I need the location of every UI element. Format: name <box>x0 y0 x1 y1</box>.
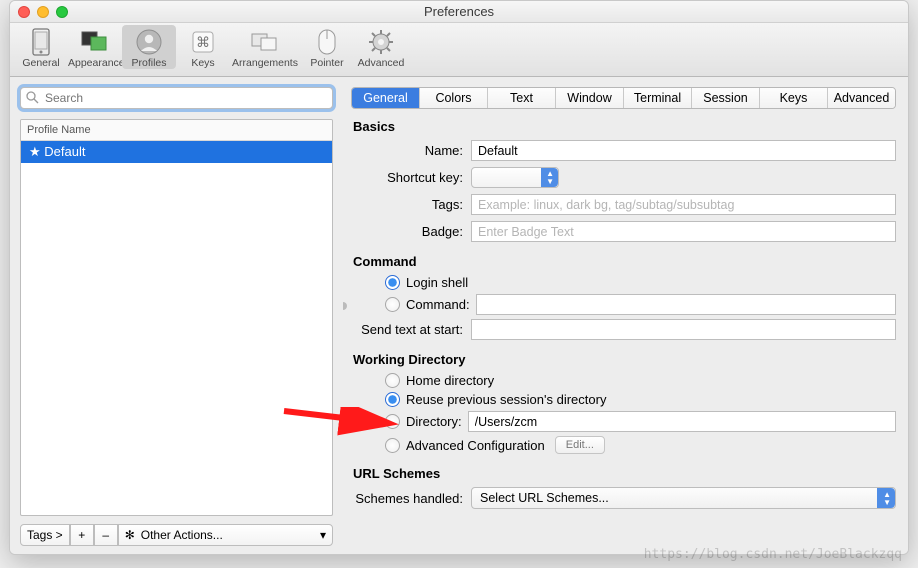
directory-input[interactable] <box>468 411 896 432</box>
toolbar-label: General <box>14 57 68 69</box>
tabbar: General Colors Text Window Terminal Sess… <box>351 87 896 109</box>
toolbar-label: Profiles <box>122 57 176 69</box>
shortcut-label: Shortcut key: <box>351 170 471 185</box>
name-input[interactable] <box>471 140 896 161</box>
tab-session[interactable]: Session <box>692 88 760 108</box>
reuse-session-radio[interactable] <box>385 392 400 407</box>
window-title: Preferences <box>10 4 908 19</box>
add-profile-button[interactable]: + <box>70 524 94 546</box>
command-title: Command <box>353 254 896 269</box>
directory-radio[interactable] <box>385 414 400 429</box>
search-wrap <box>20 87 333 109</box>
toolbar-pointer[interactable]: Pointer <box>300 25 354 69</box>
scroll-indicator <box>343 302 347 310</box>
toolbar-arrangements[interactable]: Arrangements <box>230 25 300 69</box>
toolbar-keys[interactable]: ⌘ Keys <box>176 25 230 69</box>
schemes-dropdown[interactable]: Select URL Schemes... ▲▼ <box>471 487 896 509</box>
shortcut-dropdown[interactable]: ▲▼ <box>471 167 559 188</box>
url-schemes-title: URL Schemes <box>353 466 896 481</box>
titlebar: Preferences <box>10 1 908 23</box>
tab-keys[interactable]: Keys <box>760 88 828 108</box>
traffic-lights <box>18 6 68 18</box>
login-shell-label: Login shell <box>406 275 468 290</box>
profile-bottom-bar: Tags > + – ✻ Other Actions... ▾ <box>20 524 333 546</box>
send-text-label: Send text at start: <box>351 322 471 337</box>
name-label: Name: <box>351 143 471 158</box>
toolbar: General Appearance Profiles ⌘ Keys Arran… <box>10 23 908 77</box>
tab-window[interactable]: Window <box>556 88 624 108</box>
left-pane: Profile Name ★ Default Tags > + – ✻ Othe… <box>10 77 343 554</box>
mouse-icon <box>313 28 341 56</box>
toolbar-advanced[interactable]: Advanced <box>354 25 408 69</box>
other-actions-dropdown[interactable]: ✻ Other Actions... ▾ <box>118 524 333 546</box>
edit-button[interactable]: Edit... <box>555 436 605 454</box>
toolbar-label: Appearance <box>68 57 122 69</box>
directory-label: Directory: <box>406 414 462 429</box>
tab-terminal[interactable]: Terminal <box>624 88 692 108</box>
command-label: Command: <box>406 297 470 312</box>
home-directory-label: Home directory <box>406 373 494 388</box>
gear-icon: ✻ <box>125 528 135 542</box>
schemes-handled-label: Schemes handled: <box>351 491 471 506</box>
minimize-icon[interactable] <box>37 6 49 18</box>
advanced-config-label: Advanced Configuration <box>406 438 545 453</box>
login-shell-radio[interactable] <box>385 275 400 290</box>
tab-advanced[interactable]: Advanced <box>828 88 895 108</box>
preferences-window: Preferences General Appearance Profiles … <box>9 0 909 555</box>
basics-title: Basics <box>353 119 896 134</box>
toolbar-general[interactable]: General <box>14 25 68 69</box>
search-icon <box>26 91 39 107</box>
search-input[interactable] <box>20 87 333 109</box>
reuse-session-label: Reuse previous session's directory <box>406 392 606 407</box>
toolbar-profiles[interactable]: Profiles <box>122 25 176 69</box>
profile-row-default[interactable]: ★ Default <box>21 141 332 163</box>
badge-input[interactable] <box>471 221 896 242</box>
tags-button[interactable]: Tags > <box>20 524 70 546</box>
tab-general[interactable]: General <box>352 88 420 108</box>
chevron-down-icon: ▾ <box>320 528 326 542</box>
send-text-input[interactable] <box>471 319 896 340</box>
profile-list[interactable]: Profile Name ★ Default <box>20 119 333 516</box>
command-input[interactable] <box>476 294 896 315</box>
tags-label: Tags: <box>351 197 471 212</box>
tab-text[interactable]: Text <box>488 88 556 108</box>
command-key-icon: ⌘ <box>189 28 217 56</box>
phone-icon <box>27 28 55 56</box>
gear-icon <box>367 28 395 56</box>
appearance-icon <box>81 28 109 56</box>
schemes-placeholder: Select URL Schemes... <box>480 491 609 505</box>
close-icon[interactable] <box>18 6 30 18</box>
remove-profile-button[interactable]: – <box>94 524 118 546</box>
badge-label: Badge: <box>351 224 471 239</box>
toolbar-label: Keys <box>176 57 230 69</box>
home-directory-radio[interactable] <box>385 373 400 388</box>
svg-text:⌘: ⌘ <box>196 34 210 50</box>
tags-input[interactable] <box>471 194 896 215</box>
zoom-icon[interactable] <box>56 6 68 18</box>
toolbar-label: Advanced <box>354 57 408 69</box>
advanced-config-radio[interactable] <box>385 438 400 453</box>
content: Profile Name ★ Default Tags > + – ✻ Othe… <box>10 77 908 554</box>
profile-column-header[interactable]: Profile Name <box>21 120 332 141</box>
other-actions-label: Other Actions... <box>141 528 223 542</box>
arrangements-icon <box>251 28 279 56</box>
working-dir-title: Working Directory <box>353 352 896 367</box>
command-radio[interactable] <box>385 297 400 312</box>
profile-icon <box>135 28 163 56</box>
right-pane: General Colors Text Window Terminal Sess… <box>343 77 908 554</box>
tab-colors[interactable]: Colors <box>420 88 488 108</box>
toolbar-label: Pointer <box>300 57 354 69</box>
toolbar-label: Arrangements <box>230 57 300 69</box>
toolbar-appearance[interactable]: Appearance <box>68 25 122 69</box>
